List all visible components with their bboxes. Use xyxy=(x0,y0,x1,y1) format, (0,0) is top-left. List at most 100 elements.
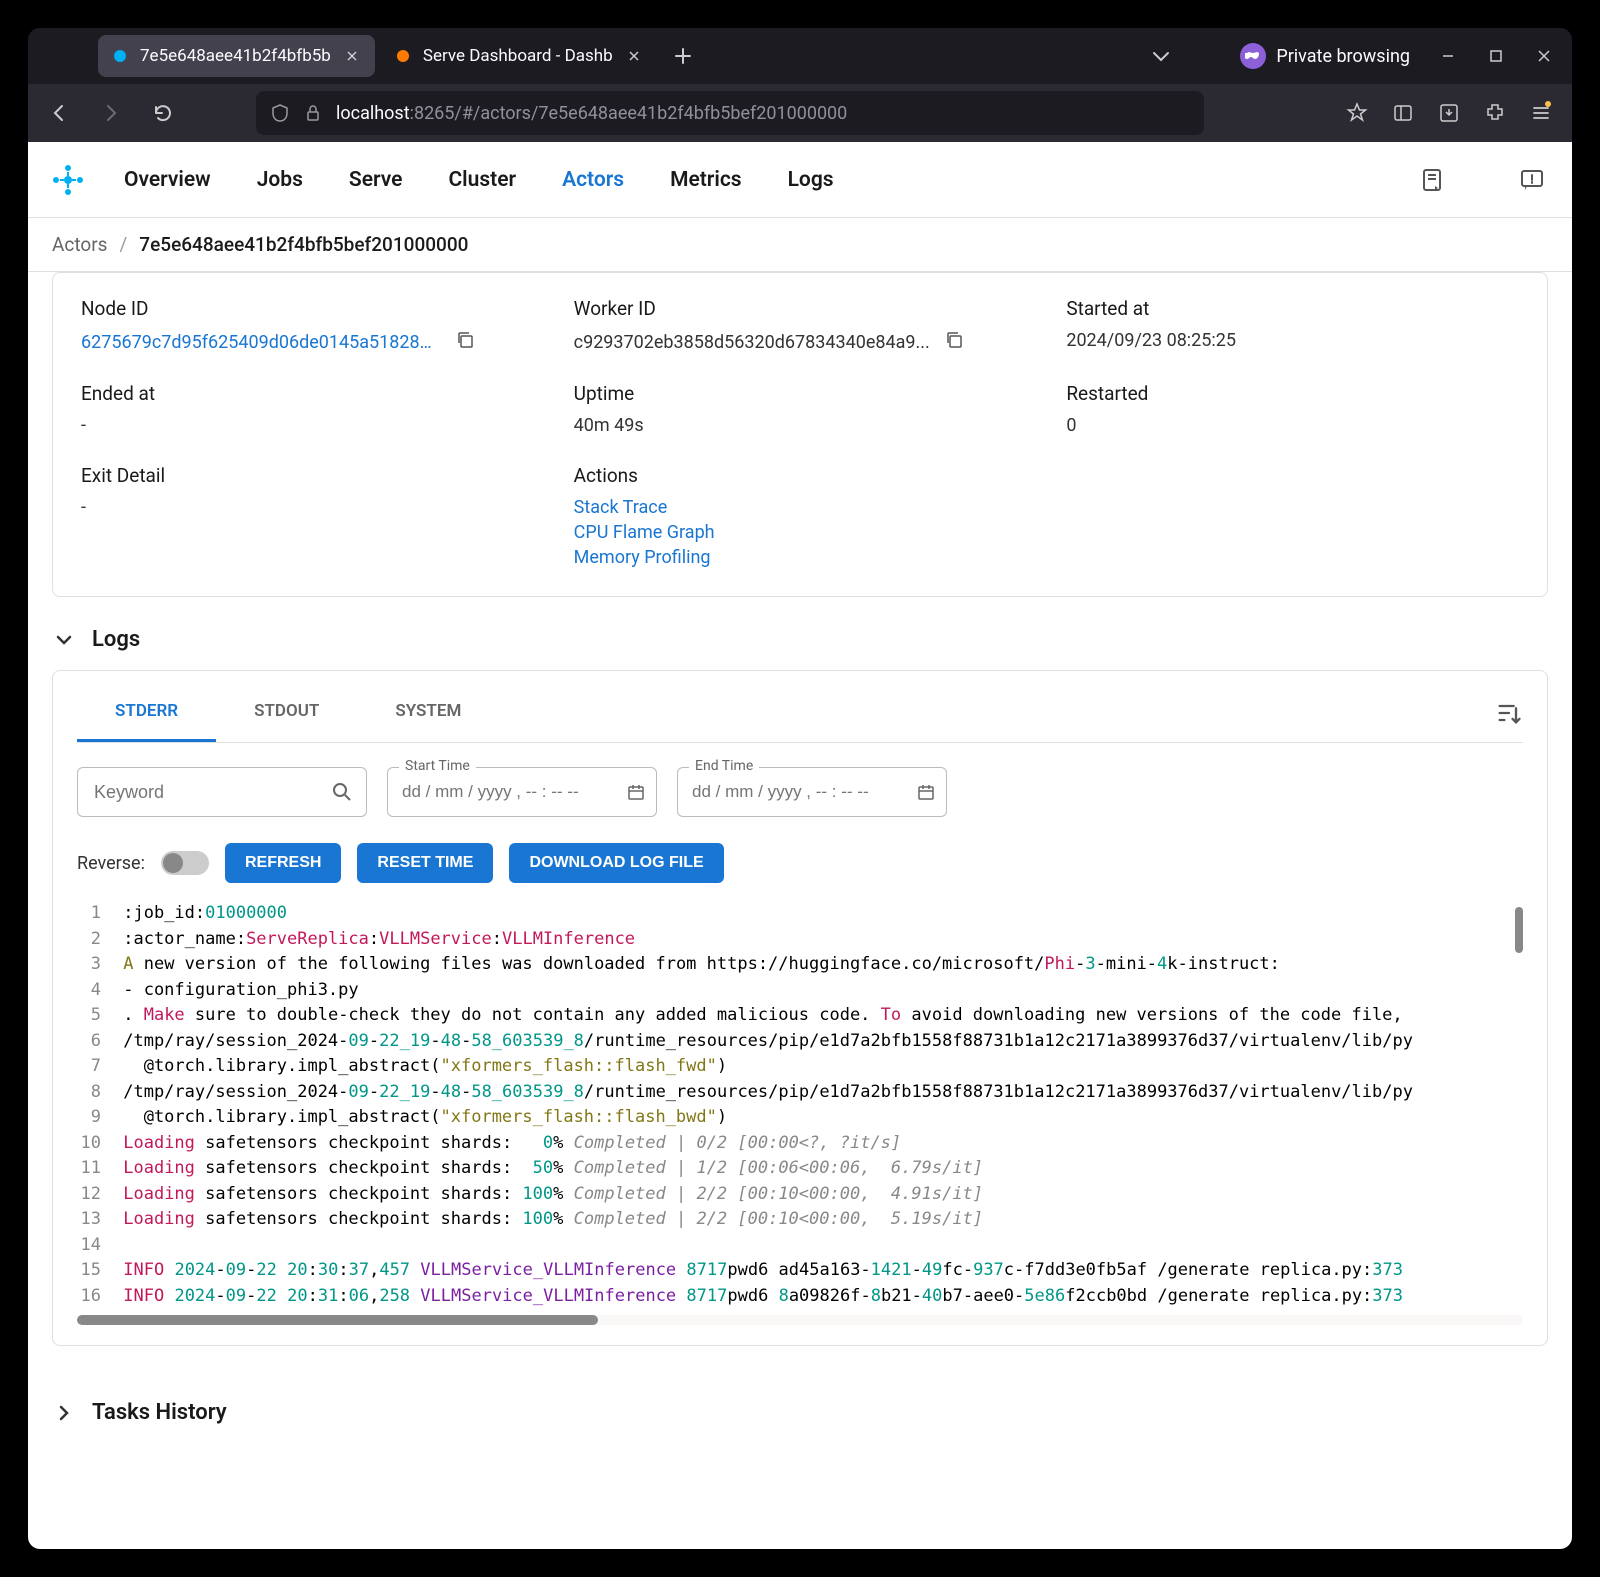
start-time-input[interactable] xyxy=(387,767,657,817)
refresh-button[interactable]: REFRESH xyxy=(225,843,341,883)
log-line: 9 @torch.library.impl_abstract("xformers… xyxy=(77,1105,1523,1131)
sidebar-icon[interactable] xyxy=(1384,94,1422,132)
node-id-value[interactable]: 6275679c7d95f625409d06de0145a518281c793e… xyxy=(81,332,441,353)
chevron-down-icon[interactable] xyxy=(52,628,76,652)
tab-title: Serve Dashboard - Dashb xyxy=(423,46,613,66)
line-content: /tmp/ray/session_2024-09-22_19-48-58_603… xyxy=(113,1029,1523,1055)
line-number: 5 xyxy=(77,1003,113,1029)
nav-actors[interactable]: Actors xyxy=(562,168,624,192)
log-line: 8 /tmp/ray/session_2024-09-22_19-48-58_6… xyxy=(77,1080,1523,1106)
exit-detail-value: - xyxy=(81,497,534,518)
exit-detail-label: Exit Detail xyxy=(81,464,534,487)
action-link-stack-trace[interactable]: Stack Trace xyxy=(574,497,1027,518)
log-line: 14 xyxy=(77,1233,1523,1259)
line-number: 9 xyxy=(77,1105,113,1131)
log-line: 1 :job_id:01000000 xyxy=(77,901,1523,927)
end-time-input-wrapper: End Time xyxy=(677,767,947,817)
log-vertical-scrollbar[interactable] xyxy=(1515,907,1523,953)
end-time-label: End Time xyxy=(689,758,759,774)
action-link-cpu-flame-graph[interactable]: CPU Flame Graph xyxy=(574,522,1027,543)
tab-close-button[interactable] xyxy=(341,45,363,67)
nav-logs[interactable]: Logs xyxy=(788,168,834,192)
copy-node-id-button[interactable] xyxy=(455,330,479,354)
line-content: @torch.library.impl_abstract("xformers_f… xyxy=(113,1054,1523,1080)
log-tab-system[interactable]: SYSTEM xyxy=(357,683,499,742)
calendar-icon xyxy=(917,783,935,801)
line-content: Loading safetensors checkpoint shards: 1… xyxy=(113,1207,1523,1233)
action-link-memory-profiling[interactable]: Memory Profiling xyxy=(574,547,1027,568)
url-bar[interactable]: localhost:8265/#/actors/7e5e648aee41b2f4… xyxy=(256,91,1204,135)
node-id-label: Node ID xyxy=(81,297,534,320)
log-filters: Start Time End Time xyxy=(77,743,1523,835)
menu-icon[interactable] xyxy=(1522,94,1560,132)
log-line: 13 Loading safetensors checkpoint shards… xyxy=(77,1207,1523,1233)
nav-serve[interactable]: Serve xyxy=(349,168,403,192)
line-content: . Make sure to double-check they do not … xyxy=(113,1003,1523,1029)
tabs-dropdown-icon[interactable] xyxy=(1152,50,1170,62)
line-number: 6 xyxy=(77,1029,113,1055)
bookmark-icon[interactable] xyxy=(1338,94,1376,132)
log-tab-stderr[interactable]: STDERR xyxy=(77,683,216,742)
browser-tab[interactable]: Serve Dashboard - Dashb xyxy=(381,35,657,77)
line-content: Loading safetensors checkpoint shards: 5… xyxy=(113,1156,1523,1182)
log-line: 4 - configuration_phi3.py xyxy=(77,978,1523,1004)
tab-title: 7e5e648aee41b2f4bfb5b xyxy=(140,46,331,66)
uptime-value: 40m 49s xyxy=(574,415,1027,436)
sort-icon[interactable] xyxy=(1495,699,1523,727)
copy-worker-id-button[interactable] xyxy=(944,330,968,354)
actions-links: Stack Trace CPU Flame Graph Memory Profili… xyxy=(574,497,1027,568)
ended-at-value: - xyxy=(81,415,534,436)
titlebar: 7e5e648aee41b2f4bfb5b Serve Dashboard - D… xyxy=(28,28,1572,84)
download-log-button[interactable]: DOWNLOAD LOG FILE xyxy=(509,843,723,883)
url-text: localhost:8265/#/actors/7e5e648aee41b2f4… xyxy=(336,103,847,124)
back-button[interactable] xyxy=(40,94,78,132)
breadcrumb-root[interactable]: Actors xyxy=(52,233,107,256)
ray-header: Overview Jobs Serve Cluster Actors Metrics Log… xyxy=(28,142,1572,218)
tab-close-button[interactable] xyxy=(623,45,645,67)
nav-metrics[interactable]: Metrics xyxy=(670,168,742,192)
log-line: 10 Loading safetensors checkpoint shards… xyxy=(77,1131,1523,1157)
nav-cluster[interactable]: Cluster xyxy=(448,168,516,192)
new-tab-button[interactable] xyxy=(665,38,701,74)
end-time-input[interactable] xyxy=(677,767,947,817)
reload-button[interactable] xyxy=(144,94,182,132)
log-line: 6 /tmp/ray/session_2024-09-22_19-48-58_6… xyxy=(77,1029,1523,1055)
worker-id-value: c9293702eb3858d56320d67834340e84a9... xyxy=(574,332,930,353)
reverse-label: Reverse: xyxy=(77,853,145,874)
extensions-icon[interactable] xyxy=(1476,94,1514,132)
actor-details-card: Node ID 6275679c7d95f625409d06de0145a518… xyxy=(52,272,1548,597)
reverse-toggle[interactable] xyxy=(161,851,209,875)
maximize-button[interactable] xyxy=(1478,38,1514,74)
log-line: 5 . Make sure to double-check they do no… xyxy=(77,1003,1523,1029)
save-icon[interactable] xyxy=(1430,94,1468,132)
nav-overview[interactable]: Overview xyxy=(124,168,211,192)
chevron-right-icon[interactable] xyxy=(52,1401,76,1425)
docs-icon[interactable] xyxy=(1416,164,1448,196)
logs-title: Logs xyxy=(92,627,140,652)
nav-jobs[interactable]: Jobs xyxy=(257,168,303,192)
started-at-label: Started at xyxy=(1066,297,1519,320)
log-line: 12 Loading safetensors checkpoint shards… xyxy=(77,1182,1523,1208)
close-window-button[interactable] xyxy=(1526,38,1562,74)
started-at-value: 2024/09/23 08:25:25 xyxy=(1066,330,1519,351)
restarted-label: Restarted xyxy=(1066,382,1519,405)
feedback-icon[interactable] xyxy=(1516,164,1548,196)
browser-tab[interactable]: 7e5e648aee41b2f4bfb5b xyxy=(98,35,375,77)
breadcrumb: Actors / 7e5e648aee41b2f4bfb5bef20100000… xyxy=(28,218,1572,272)
line-content: Loading safetensors checkpoint shards: 1… xyxy=(113,1182,1523,1208)
reset-time-button[interactable]: RESET TIME xyxy=(357,843,493,883)
log-line: 16 INFO 2024-09-22 20:31:06,258 VLLMServ… xyxy=(77,1284,1523,1310)
minimize-button[interactable] xyxy=(1430,38,1466,74)
log-line: 2 :actor_name:ServeReplica:VLLMService:V… xyxy=(77,927,1523,953)
line-number: 8 xyxy=(77,1080,113,1106)
log-tab-stdout[interactable]: STDOUT xyxy=(216,683,357,742)
log-horizontal-scrollbar[interactable] xyxy=(77,1315,1523,1325)
logs-card: STDERRSTDOUTSYSTEM Start Time End Time xyxy=(52,670,1548,1346)
tasks-history-section-header: Tasks History xyxy=(28,1370,1572,1443)
line-number: 13 xyxy=(77,1207,113,1233)
log-line: 11 Loading safetensors checkpoint shards… xyxy=(77,1156,1523,1182)
calendar-icon xyxy=(627,783,645,801)
logs-section-header: Logs xyxy=(28,597,1572,670)
forward-button[interactable] xyxy=(92,94,130,132)
keyword-input[interactable] xyxy=(77,767,367,817)
